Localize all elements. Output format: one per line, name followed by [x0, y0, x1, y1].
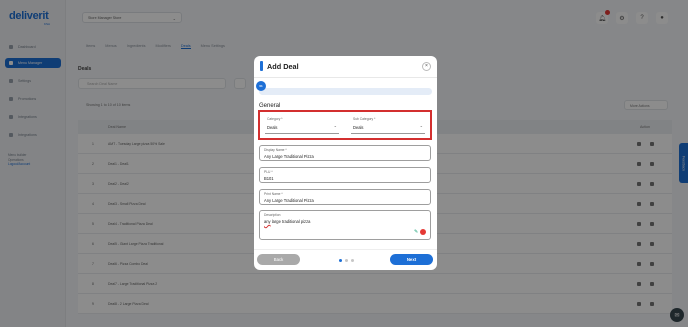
- step-progress-track: [259, 88, 432, 95]
- category-value: Deals: [267, 125, 278, 130]
- section-title: General: [259, 103, 281, 109]
- chevron-down-icon: ⌄: [419, 123, 423, 128]
- select-underline: [351, 133, 425, 134]
- step-dot-active: [339, 259, 342, 262]
- display-name-label: Display Name *: [264, 148, 287, 152]
- next-button[interactable]: Next: [390, 254, 433, 265]
- step-dot: [351, 259, 354, 262]
- header-accent: [260, 61, 263, 71]
- add-deal-modal: Add Deal × 01 General Category * Deals ⌄…: [254, 56, 437, 270]
- sub-category-value: Deals: [353, 125, 364, 130]
- sub-category-label: Sub Category *: [353, 117, 376, 121]
- close-icon: ×: [425, 63, 428, 69]
- plu-label: PLU *: [264, 170, 273, 174]
- sub-category-select[interactable]: Sub Category * Deals ⌄: [347, 114, 429, 134]
- divider: [254, 77, 437, 78]
- select-underline: [265, 133, 339, 134]
- display-name-value: Any Large Traditional Pizza: [264, 154, 314, 159]
- record-icon[interactable]: [420, 229, 426, 235]
- step-badge: 01: [256, 81, 266, 91]
- step-indicator: [339, 259, 354, 262]
- pen-icon[interactable]: ✎: [414, 229, 419, 235]
- close-button[interactable]: ×: [422, 62, 431, 71]
- divider: [254, 249, 437, 250]
- plu-field[interactable]: PLU * B101: [259, 167, 431, 183]
- print-name-label: Print Name *: [264, 192, 283, 196]
- description-rest: large traditional pizza: [270, 219, 311, 224]
- description-field[interactable]: Description any large traditional pizza …: [259, 210, 431, 240]
- chevron-down-icon: ⌄: [333, 123, 337, 128]
- print-name-field[interactable]: Print Name * Any Large Traditional Pizza: [259, 189, 431, 205]
- description-label: Description: [264, 213, 281, 217]
- back-button[interactable]: Back: [257, 254, 300, 265]
- description-value: any large traditional pizza: [264, 219, 310, 224]
- category-label: Category *: [267, 117, 283, 121]
- display-name-field[interactable]: Display Name * Any Large Traditional Piz…: [259, 145, 431, 161]
- plu-value: B101: [264, 176, 274, 181]
- step-dot: [345, 259, 348, 262]
- print-name-value: Any Large Traditional Pizza: [264, 198, 314, 203]
- category-select[interactable]: Category * Deals ⌄: [261, 114, 343, 134]
- modal-title: Add Deal: [267, 62, 299, 71]
- spellcheck-word: any: [264, 219, 271, 224]
